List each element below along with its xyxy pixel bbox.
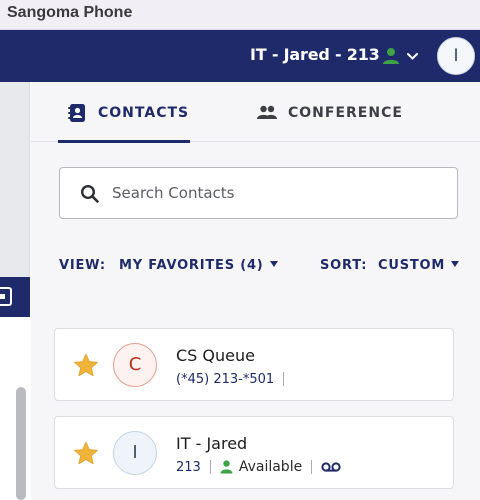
contact-card[interactable]: C CS Queue (*45) 213-*501 bbox=[54, 328, 454, 401]
sort-value: CUSTOM bbox=[378, 258, 446, 273]
people-group-icon bbox=[257, 105, 277, 119]
divider bbox=[283, 372, 285, 386]
caret-down-icon bbox=[451, 261, 460, 267]
contact-avatar: I bbox=[113, 431, 157, 475]
tab-conference[interactable]: CONFERENCE bbox=[255, 82, 405, 142]
sort-dropdown[interactable]: CUSTOM bbox=[378, 258, 460, 273]
contact-card[interactable]: I IT - Jared 213 Available bbox=[54, 416, 454, 489]
app-title: Sangoma Phone bbox=[7, 4, 133, 21]
contact-details: 213 Available bbox=[176, 458, 341, 476]
contact-name: IT - Jared bbox=[176, 434, 248, 453]
divider bbox=[209, 460, 211, 474]
sort-label: SORT: bbox=[320, 258, 368, 273]
presence-status: Available bbox=[238, 459, 303, 475]
contact-number[interactable]: (*45) 213-*501 bbox=[176, 372, 274, 387]
search-icon bbox=[80, 184, 99, 203]
contact-name: CS Queue bbox=[176, 346, 255, 365]
view-label: VIEW: bbox=[59, 258, 106, 273]
caret-down-icon bbox=[269, 261, 278, 267]
contacts-book-icon bbox=[68, 104, 85, 122]
sidebar-active-item[interactable] bbox=[0, 277, 30, 317]
tab-conference-label: CONFERENCE bbox=[288, 105, 403, 121]
app-header: IT - Jared - 213 I bbox=[0, 30, 480, 82]
tab-bar: CONTACTS CONFERENCE bbox=[31, 82, 480, 143]
search-box[interactable] bbox=[59, 167, 458, 219]
view-dropdown[interactable]: MY FAVORITES (4) bbox=[119, 258, 278, 273]
divider bbox=[311, 460, 313, 474]
active-tab-indicator bbox=[58, 140, 190, 143]
filter-row: VIEW: MY FAVORITES (4) SORT: CUSTOM bbox=[59, 256, 460, 276]
sidebar-scrollbar[interactable] bbox=[16, 387, 26, 500]
contacts-panel: CONTACTS CONFERENCE VIEW: MY FAVORITES (… bbox=[31, 82, 480, 500]
favorite-star-icon[interactable] bbox=[73, 441, 99, 466]
presence-person-icon[interactable] bbox=[382, 47, 400, 65]
user-avatar[interactable]: I bbox=[437, 37, 475, 75]
tab-contacts-label: CONTACTS bbox=[98, 105, 190, 121]
favorite-star-icon[interactable] bbox=[73, 353, 99, 378]
current-user-label[interactable]: IT - Jared - 213 bbox=[250, 45, 380, 64]
dialpad-icon bbox=[0, 287, 12, 306]
contact-avatar: C bbox=[113, 343, 157, 387]
sidebar bbox=[0, 82, 30, 500]
voicemail-icon[interactable] bbox=[321, 461, 341, 473]
search-input[interactable] bbox=[112, 180, 442, 206]
view-value: MY FAVORITES (4) bbox=[119, 258, 264, 273]
contact-details: (*45) 213-*501 bbox=[176, 370, 293, 388]
window-titlebar: Sangoma Phone bbox=[0, 0, 480, 30]
presence-person-icon bbox=[220, 460, 233, 474]
tab-contacts[interactable]: CONTACTS bbox=[58, 82, 190, 143]
chevron-down-icon[interactable] bbox=[406, 50, 419, 63]
contact-number[interactable]: 213 bbox=[176, 460, 201, 475]
